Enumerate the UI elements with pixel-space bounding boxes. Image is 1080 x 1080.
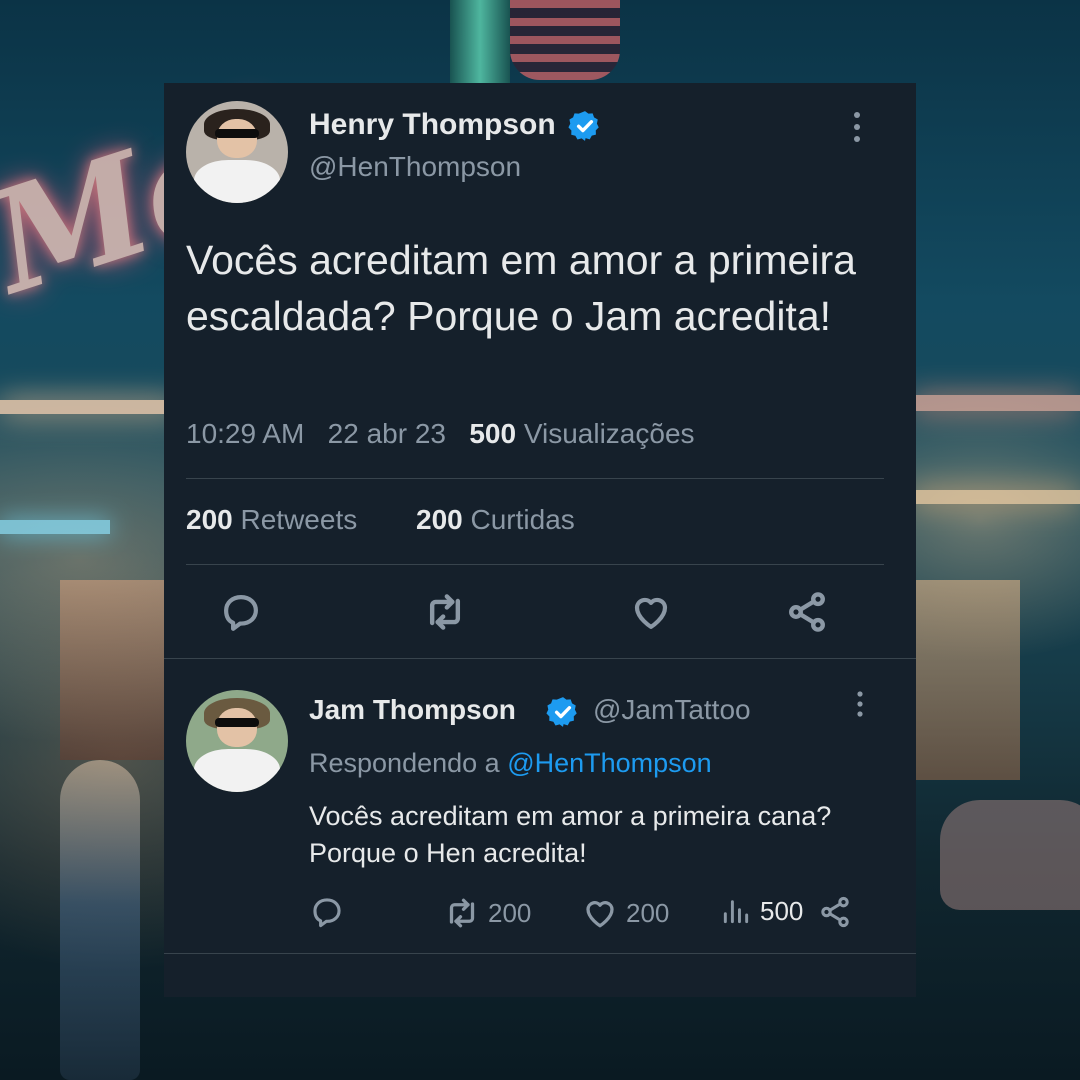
divider	[186, 478, 884, 479]
divider	[164, 658, 916, 659]
reply-share-button[interactable]	[818, 895, 852, 929]
reply-author-name[interactable]: Jam Thompson	[309, 694, 516, 726]
verified-badge-icon	[568, 111, 599, 141]
pedestrian	[60, 760, 140, 1080]
reply-views-count: 500	[760, 895, 804, 926]
reply-like-button[interactable]: 200	[582, 895, 669, 931]
like-icon	[586, 901, 614, 928]
reply-icon	[224, 595, 258, 631]
retweets-stat[interactable]: 200 Retweets	[186, 504, 357, 536]
retweet-icon	[449, 898, 475, 928]
reply-retweet-count: 200	[488, 897, 532, 928]
reply-views-button[interactable]: 500	[720, 895, 803, 927]
tweet-text: Vocês acreditam em amor a primeira escal…	[186, 237, 856, 339]
reply-reply-button[interactable]	[310, 895, 344, 929]
like-button[interactable]	[626, 587, 676, 637]
retweet-button[interactable]	[420, 587, 470, 637]
reply-like-count: 200	[626, 897, 670, 928]
retweets-count: 200	[186, 504, 233, 535]
reply-avatar[interactable]	[186, 690, 288, 792]
verified-badge-icon	[546, 697, 577, 727]
more-options-icon[interactable]	[852, 689, 868, 719]
reply-retweet-button[interactable]: 200	[444, 895, 531, 931]
divider	[186, 564, 884, 565]
share-icon	[789, 592, 825, 632]
storefront-right	[900, 580, 1020, 780]
author-handle[interactable]: @HenThompson	[309, 151, 521, 183]
tweet-meta: 10:29 AM 22 abr 23 500 Visualizações	[186, 418, 695, 450]
likes-label: Curtidas	[470, 504, 575, 535]
canopy-light-right	[910, 395, 1080, 411]
reply-author-handle[interactable]: @JamTattoo	[593, 694, 751, 726]
retweet-icon	[429, 594, 461, 630]
reply-text: Vocês acreditam em amor a primeira cana?…	[309, 801, 832, 868]
share-button[interactable]	[782, 587, 832, 637]
canopy-light-left	[0, 400, 180, 414]
reply-icon	[313, 898, 341, 928]
tweet-time[interactable]: 10:29 AM	[186, 418, 304, 449]
reply-button[interactable]	[216, 587, 266, 637]
replying-mention-link[interactable]: @HenThompson	[507, 748, 712, 778]
replying-to: Respondendo a @HenThompson	[309, 748, 712, 779]
likes-count: 200	[416, 504, 463, 535]
author-name[interactable]: Henry Thompson	[309, 108, 556, 142]
views-label: Visualizações	[523, 418, 695, 449]
share-icon	[821, 896, 849, 928]
views-icon	[723, 900, 749, 924]
storefront-left	[60, 580, 170, 760]
retweets-label: Retweets	[240, 504, 358, 535]
replying-prefix: Respondendo a	[309, 748, 500, 778]
views-count: 500	[469, 418, 517, 449]
tweet-date[interactable]: 22 abr 23	[328, 418, 446, 449]
canopy-light-left-2	[0, 520, 110, 534]
sign-pole	[450, 0, 510, 90]
likes-stat[interactable]: 200 Curtidas	[416, 504, 575, 536]
divider	[164, 953, 916, 954]
like-icon	[634, 597, 668, 629]
canopy-light-right-2	[910, 490, 1080, 504]
vintage-car	[940, 800, 1080, 910]
neon-sign-top	[510, 0, 620, 80]
avatar[interactable]	[186, 101, 288, 203]
more-options-icon[interactable]	[848, 109, 866, 145]
tweet-card: Henry Thompson @HenThompson Vocês acredi…	[164, 83, 916, 997]
